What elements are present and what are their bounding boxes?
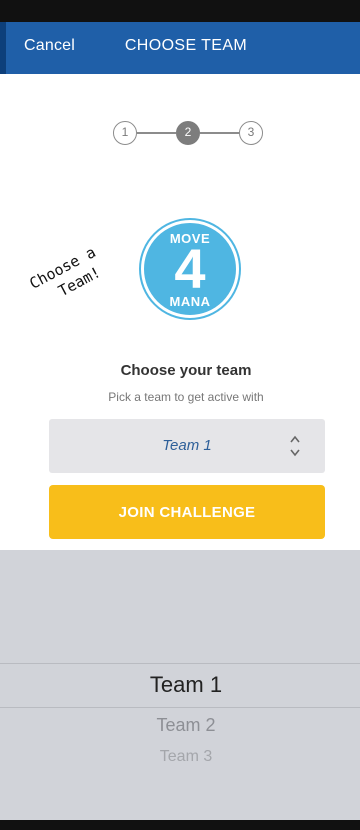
team-select[interactable]: Team 1 [49,419,325,473]
move-4-mana-logo: MOVE 4 MANA [141,220,239,318]
choose-team-heading: Choose your team [120,362,252,379]
picker-selection-line-bottom [0,707,360,708]
navigation-bar: Cancel CHOOSE TEAM [0,22,360,74]
picker-option-team-2[interactable]: Team 2 [0,715,360,736]
step-connector [137,132,176,134]
logo-bottom-text: MANA [169,294,211,309]
step-connector [200,132,239,134]
picker-option-team-1[interactable]: Team 1 [0,672,360,698]
choose-a-team-annotation: Choose a Team! [26,220,151,312]
step-indicator: 1 2 3 [113,121,263,151]
step-1: 1 [113,121,137,145]
bottom-bar [0,820,360,830]
team-select-value: Team 1 [162,437,212,454]
logo-number: 4 [174,237,206,300]
picker-selection-line-top [0,663,360,664]
step-2: 2 [176,121,200,145]
picker-option-team-3[interactable]: Team 3 [0,748,360,766]
step-3: 3 [239,121,263,145]
join-challenge-button[interactable]: JOIN CHALLENGE [49,485,325,539]
status-bar [0,0,360,22]
page-title: CHOOSE TEAM [124,37,248,54]
up-down-chevron-icon [289,432,301,460]
choose-team-subheading: Pick a team to get active with [108,390,264,404]
